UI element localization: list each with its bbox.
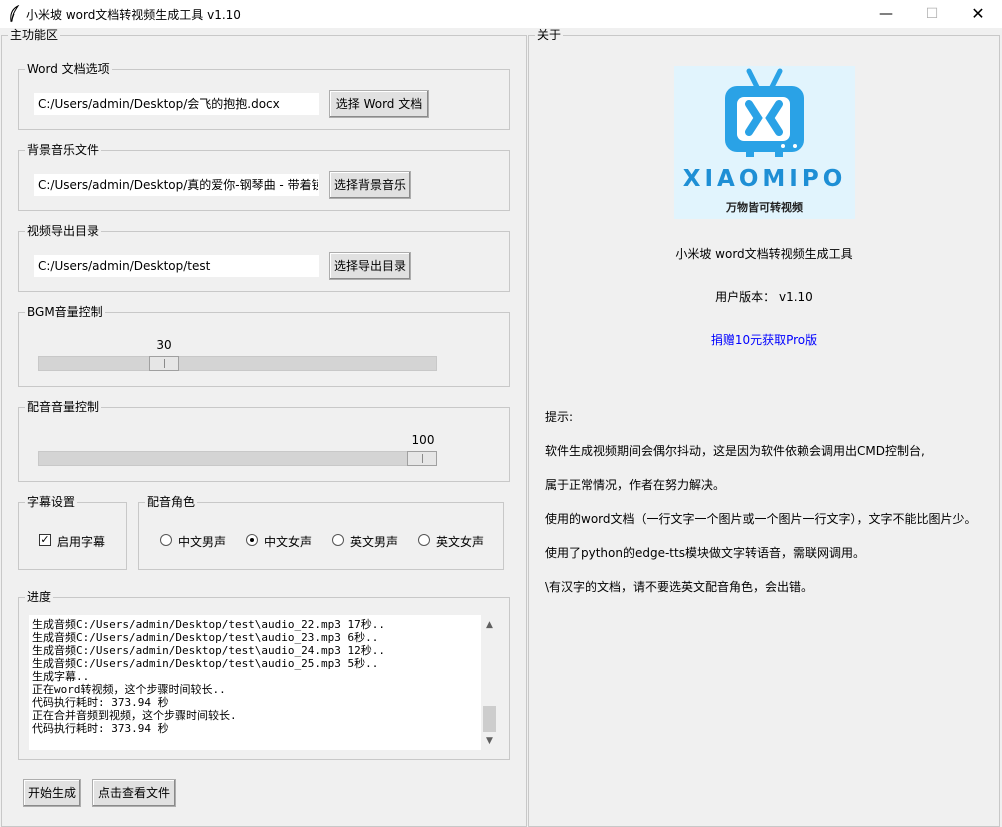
select-output-button[interactable]: 选择导出目录 <box>329 252 411 280</box>
feather-icon <box>8 4 20 23</box>
radio-english-male[interactable] <box>332 534 344 546</box>
bgm-volume-slider[interactable] <box>38 356 437 371</box>
view-files-button[interactable]: 点击查看文件 <box>92 779 176 807</box>
word-file-path-input[interactable]: C:/Users/admin/Desktop/会飞的抱抱.docx <box>34 93 319 115</box>
maximize-button[interactable]: ☐ <box>909 0 955 28</box>
radio-english-female-label[interactable]: 英文女声 <box>436 533 484 550</box>
main-panel-title: 主功能区 <box>8 28 61 42</box>
tip-heading: 提示: <box>545 410 574 424</box>
tip-line: 属于正常情况，作者在努力解决。 <box>545 478 726 492</box>
voice-role-label: 配音角色 <box>145 495 198 509</box>
output-dir-input[interactable]: C:/Users/admin/Desktop/test <box>34 255 319 277</box>
xiaomipo-logo: XIAOMIPO 万物皆可转视频 <box>674 66 855 219</box>
logo-brand-text: XIAOMIPO <box>682 166 847 192</box>
scroll-down-icon[interactable]: ▼ <box>481 733 498 750</box>
minimize-button[interactable]: — <box>863 0 909 28</box>
about-app-name: 小米坡 word文档转视频生成工具 <box>675 247 853 261</box>
progress-log[interactable]: 生成音频C:/Users/admin/Desktop/test\audio_22… <box>29 615 481 750</box>
voice-volume-slider[interactable] <box>38 451 437 466</box>
subtitle-checkbox[interactable]: ✓ <box>39 534 51 546</box>
radio-chinese-female[interactable] <box>246 534 258 546</box>
subtitle-label: 字幕设置 <box>25 495 78 509</box>
subtitle-checkbox-label: 启用字幕 <box>57 535 106 549</box>
tip-line: 使用的word文档（一行文字一个图片或一个图片一行文字），文字不能比图片少。 <box>545 512 977 526</box>
output-dir-label: 视频导出目录 <box>25 224 102 238</box>
word-options-label: Word 文档选项 <box>25 62 112 76</box>
tip-line: \有汉字的文档，请不要选英文配音角色，会出错。 <box>545 580 814 594</box>
radio-chinese-female-label[interactable]: 中文女声 <box>264 533 312 550</box>
voice-volume-handle[interactable] <box>407 451 437 466</box>
about-version: 用户版本： v1.10 <box>715 290 813 304</box>
tv-icon <box>725 68 804 157</box>
progress-label: 进度 <box>25 590 54 604</box>
select-music-button[interactable]: 选择背景音乐 <box>329 171 411 199</box>
about-panel-title: 关于 <box>535 28 564 42</box>
bgm-volume-group: BGM音量控制 <box>18 305 510 387</box>
radio-chinese-male[interactable] <box>160 534 172 546</box>
radio-chinese-male-label[interactable]: 中文男声 <box>178 533 226 550</box>
logo-slogan: 万物皆可转视频 <box>726 201 803 214</box>
bgm-volume-handle[interactable] <box>149 356 179 371</box>
bgm-volume-label: BGM音量控制 <box>25 305 105 319</box>
radio-english-female[interactable] <box>418 534 430 546</box>
close-button[interactable]: ✕ <box>955 0 1001 28</box>
progress-log-text: 生成音频C:/Users/admin/Desktop/test\audio_22… <box>32 618 386 735</box>
window-title: 小米坡 word文档转视频生成工具 v1.10 <box>26 8 241 22</box>
start-generate-button[interactable]: 开始生成 <box>23 779 81 807</box>
donate-link[interactable]: 捐赠10元获取Pro版 <box>528 331 1000 348</box>
voice-volume-label: 配音音量控制 <box>25 400 102 414</box>
scroll-thumb[interactable] <box>483 706 496 732</box>
bgm-volume-value: 30 <box>156 338 172 352</box>
select-word-button[interactable]: 选择 Word 文档 <box>329 90 429 118</box>
voice-volume-value: 100 <box>411 433 435 447</box>
music-file-label: 背景音乐文件 <box>25 143 102 157</box>
radio-english-male-label[interactable]: 英文男声 <box>350 533 398 550</box>
log-scrollbar[interactable]: ▲ ▼ <box>481 615 498 750</box>
tip-line: 使用了python的edge-tts模块做文字转语音，需联网调用。 <box>545 546 865 560</box>
music-file-path-input[interactable]: C:/Users/admin/Desktop/真的爱你-钢琴曲 - 带着镜 <box>34 174 319 196</box>
scroll-up-icon[interactable]: ▲ <box>481 617 498 634</box>
tip-line: 软件生成视频期间会偶尔抖动，这是因为软件依赖会调用出CMD控制台, <box>545 444 925 458</box>
